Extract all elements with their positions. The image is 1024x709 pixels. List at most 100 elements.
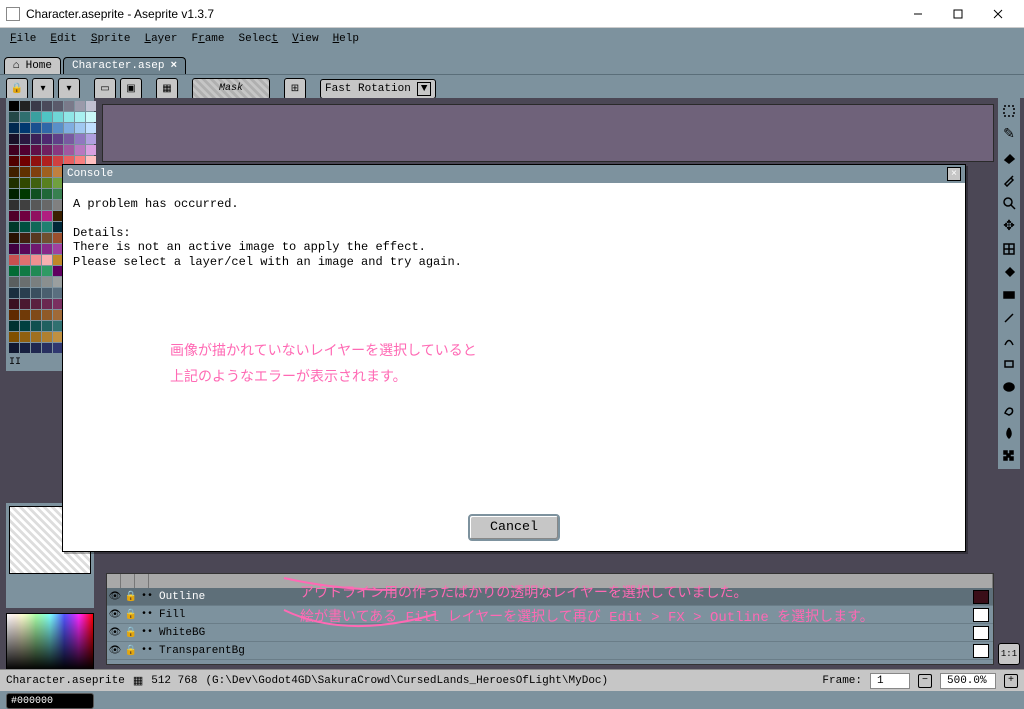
palette-swatch[interactable]	[9, 189, 19, 199]
dither-tool-icon[interactable]	[1000, 446, 1018, 466]
layer-swatch[interactable]	[973, 644, 989, 658]
palette-swatch[interactable]	[42, 277, 52, 287]
palette-swatch[interactable]	[53, 145, 63, 155]
menu-layer[interactable]: Layer	[138, 31, 183, 47]
select-add-button[interactable]: ▣	[120, 78, 142, 100]
line-tool-icon[interactable]	[1000, 308, 1018, 328]
palette-swatch[interactable]	[31, 167, 41, 177]
palette-swatch[interactable]	[42, 299, 52, 309]
aspect-ratio-button[interactable]: 1:1	[998, 643, 1020, 665]
palette-swatch[interactable]	[20, 255, 30, 265]
frame-number-field[interactable]: 1	[870, 673, 910, 689]
console-titlebar[interactable]: Console ×	[63, 165, 965, 183]
zoom-field[interactable]: 500.0%	[940, 673, 996, 689]
palette-swatch[interactable]	[9, 112, 19, 122]
palette-swatch[interactable]	[20, 145, 30, 155]
palette-swatch[interactable]	[20, 167, 30, 177]
palette-swatch[interactable]	[42, 189, 52, 199]
link-icon[interactable]: ••	[139, 609, 155, 620]
palette-swatch[interactable]	[75, 145, 85, 155]
palette-swatch[interactable]	[42, 343, 52, 353]
palette-swatch[interactable]	[20, 244, 30, 254]
palette-swatch[interactable]	[9, 343, 19, 353]
palette-swatch[interactable]	[31, 101, 41, 111]
palette-swatch[interactable]	[42, 321, 52, 331]
palette-swatch[interactable]	[9, 288, 19, 298]
palette-swatch[interactable]	[20, 277, 30, 287]
lock-icon[interactable]: 🔒	[123, 609, 139, 621]
palette-swatch[interactable]	[42, 134, 52, 144]
palette-swatch[interactable]	[42, 200, 52, 210]
palette-swatch[interactable]	[31, 222, 41, 232]
palette-swatch[interactable]	[53, 101, 63, 111]
eyedropper-tool-icon[interactable]	[1000, 170, 1018, 190]
palette-swatch[interactable]	[42, 233, 52, 243]
palette-swatch[interactable]	[53, 134, 63, 144]
palette-swatch[interactable]	[86, 134, 96, 144]
palette-swatch[interactable]	[31, 277, 41, 287]
palette-swatch[interactable]	[9, 145, 19, 155]
palette-swatch[interactable]	[42, 222, 52, 232]
palette-swatch[interactable]	[9, 222, 19, 232]
palette-swatch[interactable]	[86, 112, 96, 122]
layer-row[interactable]: 👁🔒••WhiteBG	[107, 624, 993, 642]
palette-swatch[interactable]	[9, 167, 19, 177]
palette-swatch[interactable]	[20, 288, 30, 298]
palette-swatch[interactable]	[9, 233, 19, 243]
palette-swatch[interactable]	[42, 156, 52, 166]
palette-swatch[interactable]	[42, 167, 52, 177]
palette-swatch[interactable]	[86, 123, 96, 133]
palette-swatch[interactable]	[31, 343, 41, 353]
link-icon[interactable]: ••	[139, 645, 155, 656]
palette-swatch[interactable]	[31, 112, 41, 122]
palette-swatch[interactable]	[9, 244, 19, 254]
palette-swatch[interactable]	[9, 332, 19, 342]
palette-swatch[interactable]	[53, 112, 63, 122]
close-button[interactable]	[978, 2, 1018, 26]
palette-swatch[interactable]	[9, 123, 19, 133]
visibility-icon[interactable]: 👁	[107, 591, 123, 603]
palette-swatch[interactable]	[9, 156, 19, 166]
palette-swatch[interactable]	[20, 310, 30, 320]
palette-swatch[interactable]	[20, 101, 30, 111]
palette-swatch[interactable]	[20, 112, 30, 122]
cancel-button[interactable]: Cancel	[468, 514, 560, 541]
menu-edit[interactable]: Edit	[44, 31, 82, 47]
palette-swatch[interactable]	[9, 310, 19, 320]
palette-swatch[interactable]	[20, 233, 30, 243]
palette-swatch[interactable]	[31, 211, 41, 221]
palette-swatch[interactable]	[75, 123, 85, 133]
menu-view[interactable]: View	[286, 31, 324, 47]
palette-swatch[interactable]	[31, 134, 41, 144]
palette-swatch[interactable]	[9, 277, 19, 287]
visibility-icon[interactable]: 👁	[107, 627, 123, 639]
palette-swatch[interactable]	[31, 200, 41, 210]
palette-swatch[interactable]	[20, 321, 30, 331]
eraser-tool-icon[interactable]	[1000, 147, 1018, 167]
palette-swatch[interactable]	[31, 266, 41, 276]
zoom-out-button[interactable]: −	[918, 674, 932, 688]
move-tool-icon[interactable]: ✥	[1000, 216, 1018, 236]
palette-swatch[interactable]	[31, 255, 41, 265]
palette-swatch[interactable]	[20, 123, 30, 133]
palette-swatch[interactable]	[31, 145, 41, 155]
pencil-tool-icon[interactable]: ✎	[1000, 124, 1018, 144]
palette-swatch[interactable]	[42, 332, 52, 342]
palette-swatch[interactable]	[20, 178, 30, 188]
palette-swatch[interactable]	[31, 156, 41, 166]
layer-swatch[interactable]	[973, 608, 989, 622]
palette-swatch[interactable]	[42, 112, 52, 122]
palette-swatch[interactable]	[31, 332, 41, 342]
console-close-button[interactable]: ×	[947, 167, 961, 181]
menu-select[interactable]: Select	[233, 31, 285, 47]
palette-swatch[interactable]	[64, 123, 74, 133]
menu-frame[interactable]: Frame	[185, 31, 230, 47]
palette-swatch[interactable]	[42, 178, 52, 188]
palette-swatch[interactable]	[31, 310, 41, 320]
marquee-button[interactable]: ▦	[156, 78, 178, 100]
palette-swatch[interactable]	[9, 211, 19, 221]
palette-swatch[interactable]	[9, 266, 19, 276]
menu-sprite[interactable]: Sprite	[85, 31, 137, 47]
zoom-in-button[interactable]: +	[1004, 674, 1018, 688]
palette-swatch[interactable]	[64, 134, 74, 144]
